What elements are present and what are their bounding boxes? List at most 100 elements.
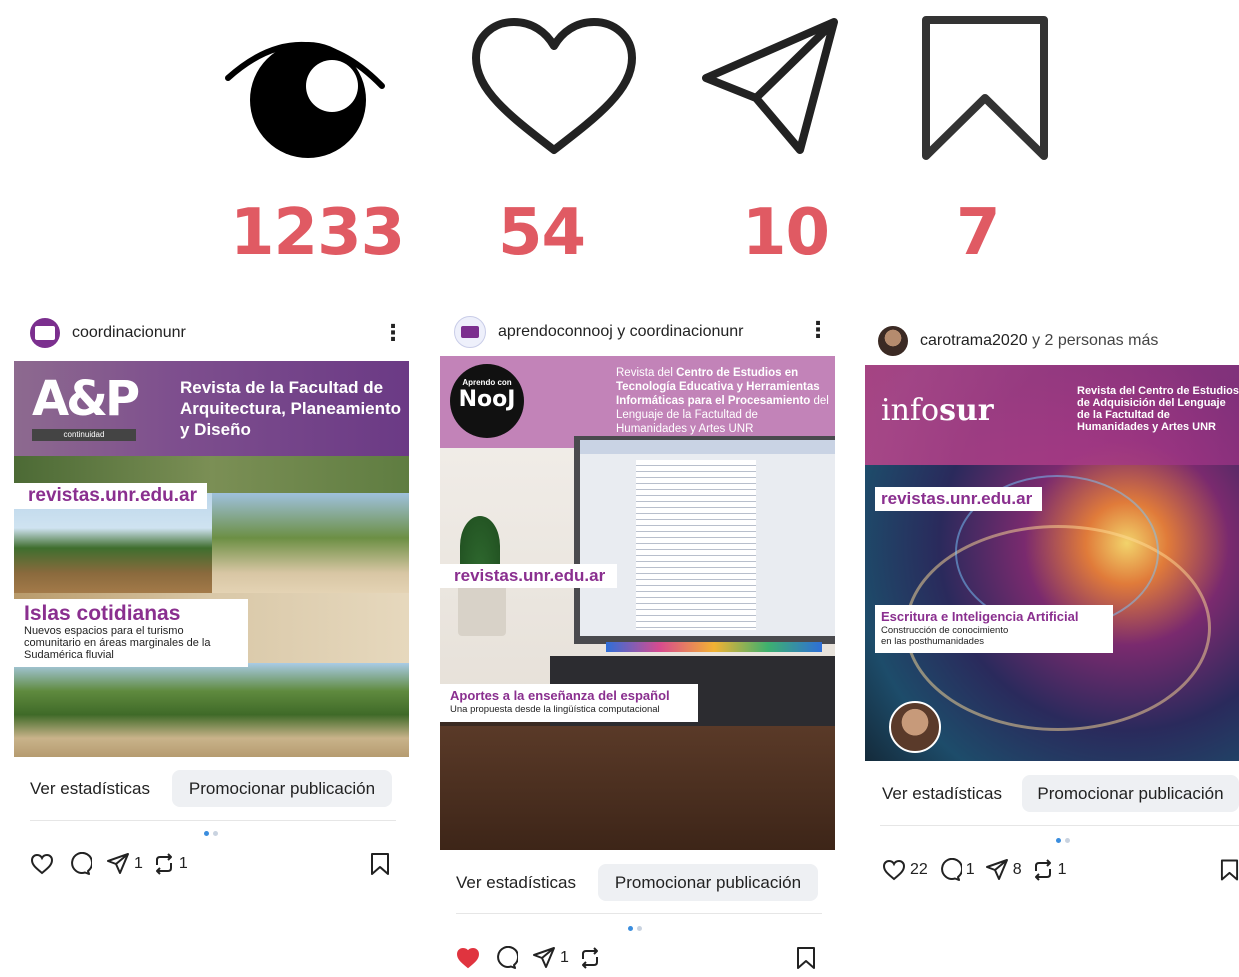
post-actions: 22 1 8 1 xyxy=(882,858,1077,882)
more-options-icon[interactable]: ⋮ xyxy=(382,320,404,346)
views-count: 1233 xyxy=(230,196,405,270)
send-icon xyxy=(533,947,555,968)
bookmark-icon xyxy=(797,947,815,969)
share-count: 8 xyxy=(1012,861,1022,878)
repost-button[interactable]: 1 xyxy=(153,852,188,876)
article-subtitle: Nuevos espacios para el turismo comunita… xyxy=(24,625,211,661)
carousel-dots xyxy=(1056,838,1070,843)
share-button[interactable]: 1 xyxy=(106,852,143,876)
eye-icon xyxy=(222,20,394,165)
repost-count: 1 xyxy=(1057,861,1067,878)
article-title: Escritura e Inteligencia Artificial xyxy=(881,609,1079,624)
article-title: Aportes a la enseñanza del español xyxy=(450,688,670,703)
repost-icon xyxy=(581,947,598,969)
post-image[interactable]: A&P continuidad Revista de la Facultad d… xyxy=(14,361,409,757)
divider xyxy=(456,913,822,914)
repost-icon xyxy=(155,853,172,875)
heart-filled-icon xyxy=(456,947,480,969)
journal-headline: Revista del Centro de Estudios de Adquis… xyxy=(1077,385,1239,433)
like-button[interactable] xyxy=(456,947,484,969)
promote-post-button[interactable]: Promocionar publicación xyxy=(1022,775,1239,812)
share-button[interactable]: 8 xyxy=(985,858,1022,882)
carousel-dots xyxy=(204,831,218,836)
promote-post-button[interactable]: Promocionar publicación xyxy=(598,864,818,901)
article-subtitle: Una propuesta desde la lingüística compu… xyxy=(450,704,660,715)
comment-count: 1 xyxy=(965,861,975,878)
save-button[interactable] xyxy=(796,947,816,974)
post-author-a[interactable]: aprendoconnooj xyxy=(498,323,613,341)
divider xyxy=(880,825,1239,826)
comment-icon xyxy=(940,858,962,881)
comment-icon xyxy=(71,852,92,875)
post-actions: 1 1 xyxy=(30,852,198,876)
avatar[interactable] xyxy=(878,326,908,356)
send-icon xyxy=(107,853,129,874)
like-button[interactable] xyxy=(30,853,58,875)
share-button[interactable]: 1 xyxy=(532,946,569,970)
post-image[interactable]: Aprendo con NooJ Revista del Centro de E… xyxy=(440,356,835,850)
comment-icon xyxy=(497,946,518,969)
more-options-icon[interactable]: ⋮ xyxy=(807,317,829,343)
journal-url: revistas.unr.edu.ar xyxy=(14,483,207,509)
article-tag: Islas cotidianas Nuevos espacios para el… xyxy=(14,599,248,667)
post-author-a[interactable]: carotrama2020 xyxy=(920,332,1028,350)
share-count: 1 xyxy=(134,855,143,872)
heart-icon xyxy=(882,859,906,881)
shares-count: 10 xyxy=(742,196,830,270)
heart-icon xyxy=(30,853,54,875)
badge-main: NooJ xyxy=(458,387,516,412)
save-button[interactable] xyxy=(370,853,390,880)
journal-headline: Revista del Centro de Estudios en Tecnol… xyxy=(616,367,829,435)
share-count: 1 xyxy=(560,949,569,966)
author-join: y xyxy=(612,323,630,340)
journal-logo: infosur xyxy=(881,393,994,428)
send-icon xyxy=(700,16,842,167)
journal-logo: A&P xyxy=(32,371,140,427)
view-stats-button[interactable]: Ver estadísticas xyxy=(456,873,576,893)
bookmark-icon xyxy=(1220,859,1239,881)
article-title: Islas cotidianas xyxy=(24,602,181,625)
bookmark-icon xyxy=(920,16,1050,167)
author-photo xyxy=(889,701,941,753)
post-image[interactable]: infosur Revista del Centro de Estudios d… xyxy=(865,365,1239,761)
promote-post-button[interactable]: Promocionar publicación xyxy=(172,770,392,807)
nooj-badge: Aprendo con NooJ xyxy=(450,364,524,438)
journal-url: revistas.unr.edu.ar xyxy=(440,564,618,588)
comment-button[interactable] xyxy=(494,946,522,970)
bookmark-icon xyxy=(371,853,389,875)
post-header: coordinacionunr xyxy=(30,318,186,348)
likes-count: 54 xyxy=(498,196,586,270)
journal-logo-sub: continuidad xyxy=(32,429,136,441)
divider xyxy=(30,820,396,821)
post-header: aprendoconnooj y coordinacionunr xyxy=(454,316,744,348)
carousel-dots xyxy=(628,926,642,931)
comment-button[interactable]: 1 xyxy=(938,858,975,882)
more-options-icon[interactable]: ⋮ xyxy=(1233,326,1239,352)
comment-button[interactable] xyxy=(68,852,96,876)
post-author[interactable]: coordinacionunr xyxy=(72,324,186,342)
repost-icon xyxy=(1034,859,1051,881)
view-stats-button[interactable]: Ver estadísticas xyxy=(882,784,1002,804)
author-join: y 2 personas más xyxy=(1027,332,1159,349)
like-count: 22 xyxy=(910,861,928,878)
article-subtitle: Construcción de conocimiento en las post… xyxy=(881,625,1009,647)
repost-button[interactable] xyxy=(579,946,605,970)
send-icon xyxy=(985,859,1008,880)
journal-url: revistas.unr.edu.ar xyxy=(875,487,1043,511)
view-stats-button[interactable]: Ver estadísticas xyxy=(30,779,150,799)
save-button[interactable] xyxy=(1220,859,1239,886)
repost-count: 1 xyxy=(178,855,188,872)
heart-icon xyxy=(470,16,638,163)
avatar[interactable] xyxy=(454,316,486,348)
article-tag: Escritura e Inteligencia Artificial Cons… xyxy=(875,605,1113,653)
like-button[interactable]: 22 xyxy=(882,859,928,881)
saves-count: 7 xyxy=(956,196,1001,270)
avatar[interactable] xyxy=(30,318,60,348)
badge-top: Aprendo con xyxy=(462,378,512,387)
post-header: carotrama2020 y 2 personas más xyxy=(878,326,1158,356)
article-tag: Aportes a la enseñanza del español Una p… xyxy=(440,684,698,722)
post-actions: 1 xyxy=(456,946,615,970)
post-author-b[interactable]: coordinacionunr xyxy=(630,323,744,341)
journal-headline: Revista de la Facultad de Arquitectura, … xyxy=(180,378,402,439)
repost-button[interactable]: 1 xyxy=(1032,858,1067,882)
